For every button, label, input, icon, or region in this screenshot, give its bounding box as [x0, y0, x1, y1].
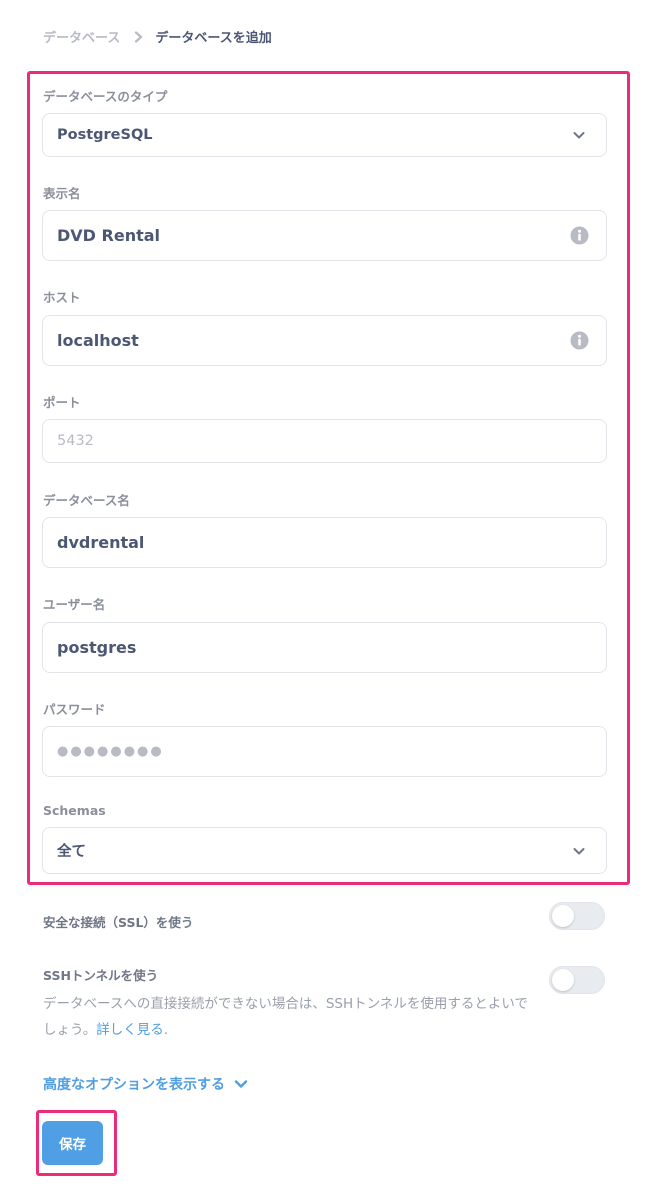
password-label: パスワード [43, 702, 106, 717]
db-type-select[interactable]: PostgreSQL [42, 113, 607, 157]
port-label: ポート [43, 395, 81, 410]
schemas-label: Schemas [43, 803, 106, 818]
ssh-toggle-knob [552, 969, 574, 991]
chevron-down-icon [572, 128, 586, 142]
info-icon[interactable] [570, 331, 589, 350]
db-type-label: データベースのタイプ [43, 89, 168, 104]
ssh-label: SSHトンネルを使う [43, 968, 159, 983]
db-name-value: dvdrental [57, 533, 145, 552]
host-input[interactable]: localhost [42, 315, 607, 366]
breadcrumb: データベース データベースを追加 [43, 27, 272, 46]
chevron-down-icon [234, 1078, 248, 1090]
breadcrumb-databases-link[interactable]: データベース [43, 27, 120, 46]
chevron-down-icon [572, 844, 586, 858]
port-placeholder: 5432 [57, 433, 94, 449]
info-icon[interactable] [570, 226, 589, 245]
username-input[interactable]: postgres [42, 622, 607, 673]
ssl-toggle[interactable] [549, 902, 605, 930]
ssh-description-period: . [163, 1022, 168, 1038]
display-name-value: DVD Rental [57, 226, 161, 245]
learn-more-link[interactable]: 詳しく見る [96, 1022, 164, 1038]
username-label: ユーザー名 [43, 597, 106, 612]
chevron-right-icon [134, 30, 143, 43]
db-name-input[interactable]: dvdrental [42, 517, 607, 568]
password-masked-value: ●●●●●●●● [57, 744, 164, 759]
username-value: postgres [57, 638, 137, 657]
display-name-label: 表示名 [43, 186, 81, 201]
ssl-toggle-knob [552, 905, 574, 927]
port-input[interactable]: 5432 [42, 419, 607, 463]
host-value: localhost [57, 331, 139, 350]
ssl-label: 安全な接続（SSL）を使う [43, 915, 194, 930]
schemas-select[interactable]: 全て [42, 827, 607, 874]
password-input[interactable]: ●●●●●●●● [42, 726, 607, 777]
add-database-page: データベース データベースを追加 データベースのタイプ PostgreSQL 表… [0, 0, 656, 1200]
ssh-description: データベースへの直接接続ができない場合は、SSHトンネルを使用するとよいでしょう… [43, 991, 533, 1043]
db-type-value: PostgreSQL [57, 127, 153, 143]
schemas-value: 全て [57, 844, 86, 860]
ssh-toggle[interactable] [549, 966, 605, 994]
db-name-label: データベース名 [43, 493, 130, 508]
display-name-input[interactable]: DVD Rental [42, 210, 607, 261]
breadcrumb-current: データベースを追加 [155, 31, 272, 46]
host-label: ホスト [43, 290, 81, 305]
save-button[interactable]: 保存 [42, 1121, 103, 1165]
advanced-options-label: 高度なオプションを表示する [43, 1077, 225, 1093]
advanced-options-toggle[interactable]: 高度なオプションを表示する [43, 1074, 248, 1094]
